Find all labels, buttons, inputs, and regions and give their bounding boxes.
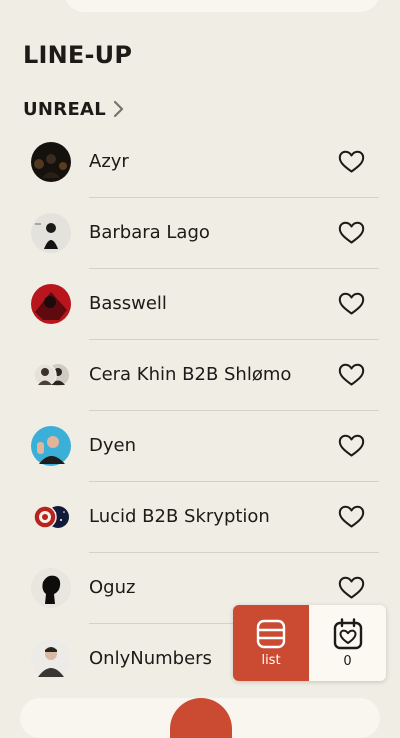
artist-avatar-pair (31, 355, 71, 395)
artist-row-lucid-b2b-skryption[interactable]: Lucid B2B Skryption (0, 482, 400, 553)
list-icon (256, 619, 286, 648)
artist-row-azyr[interactable]: Azyr (0, 127, 400, 198)
artist-avatar (31, 142, 71, 182)
artist-name: Dyen (89, 435, 136, 456)
artist-name: Barbara Lago (89, 222, 210, 243)
artist-avatar (31, 568, 71, 608)
artist-avatar-pair (31, 497, 71, 537)
favorite-button[interactable] (336, 219, 366, 247)
favorite-button[interactable] (336, 361, 366, 389)
artist-row-dyen[interactable]: Dyen (0, 411, 400, 482)
calendar-heart-icon (333, 617, 362, 649)
heart-outline-icon (338, 221, 364, 244)
page-title: LINE-UP (23, 41, 133, 69)
favorite-button[interactable] (336, 432, 366, 460)
favorites-count: 0 (343, 653, 352, 669)
artist-name: Cera Khin B2B Shlømo (89, 364, 292, 385)
favorite-button[interactable] (336, 148, 366, 176)
artist-avatar (31, 639, 71, 679)
artist-avatar (31, 284, 71, 324)
section-header-link[interactable]: UNREAL (23, 96, 124, 122)
artist-name: Azyr (89, 151, 129, 172)
artist-name: OnlyNumbers (89, 648, 212, 669)
section-title: UNREAL (23, 98, 107, 120)
favorite-button[interactable] (336, 290, 366, 318)
artist-avatar (31, 426, 71, 466)
heart-outline-icon (338, 292, 364, 315)
heart-outline-icon (338, 434, 364, 457)
favorites-view-button[interactable]: 0 (309, 605, 386, 681)
heart-outline-icon (338, 363, 364, 386)
list-view-button[interactable]: list (233, 605, 309, 681)
artist-row-basswell[interactable]: Basswell (0, 269, 400, 340)
heart-outline-icon (338, 150, 364, 173)
artist-row-cera-khin-b2b-shlomo[interactable]: Cera Khin B2B Shlømo (0, 340, 400, 411)
favorite-button[interactable] (336, 503, 366, 531)
favorite-button[interactable] (336, 574, 366, 602)
artist-avatar (31, 213, 71, 253)
artist-name: Lucid B2B Skryption (89, 506, 270, 527)
artist-row-barbara-lago[interactable]: Barbara Lago (0, 198, 400, 269)
chevron-right-icon (112, 100, 124, 118)
heart-outline-icon (338, 576, 364, 599)
artist-name: Oguz (89, 577, 136, 598)
top-card (64, 0, 380, 12)
artist-name: Basswell (89, 293, 167, 314)
view-toggle: list 0 (233, 605, 386, 681)
list-view-label: list (261, 652, 281, 668)
heart-outline-icon (338, 505, 364, 528)
